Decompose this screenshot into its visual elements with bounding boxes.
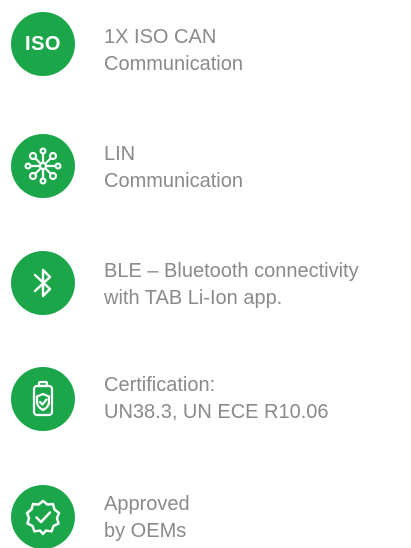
feature-subtitle: with TAB Li-Ion app. bbox=[104, 287, 283, 309]
bluetooth-icon bbox=[11, 251, 75, 315]
feature-text: Approved by OEMs bbox=[104, 491, 404, 545]
feature-text: LIN Communication bbox=[104, 141, 404, 195]
network-nodes-icon bbox=[11, 134, 75, 198]
feature-title: Approved bbox=[104, 493, 190, 515]
approved-badge-icon bbox=[11, 485, 75, 548]
feature-subtitle: Communication bbox=[104, 170, 243, 192]
feature-text: Certification: UN38.3, UN ECE R10.06 bbox=[104, 372, 404, 426]
iso-badge-label: ISO bbox=[25, 32, 61, 55]
feature-title: 1X ISO CAN bbox=[104, 26, 217, 48]
feature-subtitle: Communication bbox=[104, 53, 243, 75]
feature-text: 1X ISO CAN Communication bbox=[104, 24, 404, 78]
feature-title: LIN bbox=[104, 143, 136, 165]
battery-shield-icon bbox=[11, 367, 75, 431]
feature-subtitle: by OEMs bbox=[104, 520, 187, 542]
feature-title: Certification: bbox=[104, 374, 216, 396]
feature-title: BLE – Bluetooth connectivity bbox=[104, 260, 359, 282]
iso-badge-icon: ISO bbox=[11, 12, 75, 76]
feature-subtitle: UN38.3, UN ECE R10.06 bbox=[104, 401, 329, 423]
feature-text: BLE – Bluetooth connectivity with TAB Li… bbox=[104, 258, 404, 312]
